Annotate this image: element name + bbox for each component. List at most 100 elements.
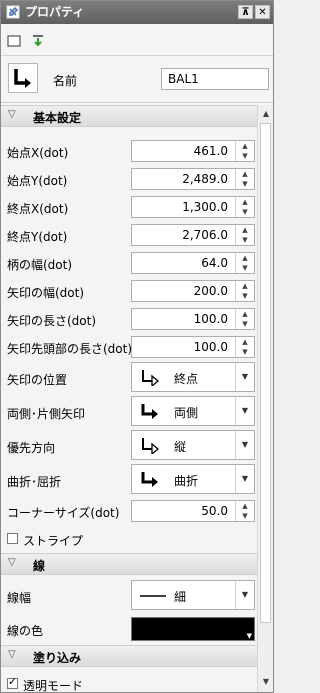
close-button[interactable]: ✕ — [255, 5, 270, 19]
row-end-y: 終点Y(dot) 2,706.0 ▲ ▼ — [1, 221, 257, 249]
chevron-down-icon[interactable]: ▼ — [236, 319, 254, 329]
chevron-down-icon[interactable]: ▼ — [235, 397, 254, 425]
chevron-down-icon[interactable]: ▼ — [235, 465, 254, 493]
arrow-position-select[interactable]: 終点 ▼ — [131, 362, 255, 392]
spin-buttons[interactable]: ▲ ▼ — [235, 253, 254, 273]
line-width-select[interactable]: 細 ▼ — [131, 580, 255, 610]
corner-size-stepper[interactable]: 50.0 ▲ ▼ — [131, 500, 255, 522]
chevron-up-icon[interactable]: ▲ — [236, 225, 254, 235]
chevron-down-icon[interactable]: ▼ — [235, 363, 254, 391]
checkbox-label: 透明モード — [23, 679, 84, 693]
field-label: 矢印の長さ(dot) — [7, 314, 97, 328]
name-label: 名前 — [53, 74, 78, 88]
spin-buttons[interactable]: ▲ ▼ — [235, 501, 254, 521]
section-line[interactable]: ▽ 線 — [1, 553, 257, 575]
bend-select[interactable]: 曲折 ▼ — [131, 464, 255, 494]
arrow-length-stepper[interactable]: 100.0 ▲ ▼ — [131, 308, 255, 330]
name-bar: 名前 BAL1 — [1, 56, 273, 103]
field-value: 2,706.0 — [182, 228, 228, 242]
row-line-color: 線の色 ▼ — [1, 615, 257, 643]
scroll-up-icon[interactable]: ▲ — [260, 107, 272, 121]
spin-buttons[interactable]: ▲ ▼ — [235, 309, 254, 329]
chevron-up-icon[interactable]: ▲ — [236, 309, 254, 319]
spin-buttons[interactable]: ▲ ▼ — [235, 141, 254, 161]
toolbar — [1, 25, 273, 56]
scroll-down-icon[interactable]: ▼ — [260, 675, 272, 689]
field-label: 両側･片側矢印 — [7, 407, 86, 421]
field-value: 100.0 — [193, 340, 228, 354]
field-label: 線の色 — [7, 624, 44, 638]
field-value: 2,489.0 — [182, 172, 228, 186]
field-label: 優先方向 — [7, 441, 56, 455]
vertical-arrow-icon — [142, 438, 160, 454]
properties-icon — [6, 5, 20, 19]
chevron-down-icon[interactable]: ▼ — [236, 511, 254, 521]
row-stripe: ストライプ — [1, 525, 257, 553]
spin-buttons[interactable]: ▲ ▼ — [235, 225, 254, 245]
priority-direction-select[interactable]: 縦 ▼ — [131, 430, 255, 460]
arrow-head-length-stepper[interactable]: 100.0 ▲ ▼ — [131, 336, 255, 358]
end-y-stepper[interactable]: 2,706.0 ▲ ▼ — [131, 224, 255, 246]
collapse-icon[interactable]: ▽ — [8, 109, 16, 120]
row-start-x: 始点X(dot) 461.0 ▲ ▼ — [1, 137, 257, 165]
section-basic-settings[interactable]: ▽ 基本設定 — [1, 105, 257, 127]
line-color-picker[interactable]: ▼ — [131, 617, 255, 641]
pin-button[interactable]: ⊼ — [238, 5, 253, 19]
chevron-up-icon[interactable]: ▲ — [236, 197, 254, 207]
chevron-up-icon[interactable]: ▲ — [236, 501, 254, 511]
chevron-down-icon[interactable]: ▼ — [236, 151, 254, 161]
collapse-icon[interactable]: ▽ — [8, 649, 16, 660]
section-fill[interactable]: ▽ 塗り込み — [1, 645, 257, 667]
chevron-up-icon[interactable]: ▲ — [236, 253, 254, 263]
chevron-down-icon[interactable]: ▼ — [236, 235, 254, 245]
window-title: プロパティ — [25, 5, 85, 19]
chevron-down-icon[interactable]: ▼ — [235, 431, 254, 459]
vertical-scrollbar[interactable]: ▲ ▼ — [257, 105, 273, 692]
spin-buttons[interactable]: ▲ ▼ — [235, 169, 254, 189]
download-icon[interactable] — [31, 34, 45, 48]
chevron-up-icon[interactable]: ▲ — [236, 169, 254, 179]
transparent-mode-checkbox[interactable] — [7, 675, 18, 689]
chevron-down-icon[interactable]: ▼ — [236, 263, 254, 273]
row-arrow-sides: 両側･片側矢印 両側 ▼ — [1, 395, 257, 429]
end-x-stepper[interactable]: 1,300.0 ▲ ▼ — [131, 196, 255, 218]
select-value: 両側 — [174, 406, 199, 420]
field-label: コーナーサイズ(dot) — [7, 506, 120, 520]
arrow-width-stepper[interactable]: 200.0 ▲ ▼ — [131, 280, 255, 302]
chevron-down-icon[interactable]: ▼ — [236, 179, 254, 189]
bent-arrow-icon — [141, 404, 158, 419]
shape-button[interactable] — [8, 63, 38, 93]
row-arrow-head-length: 矢印先頭部の長さ(dot) 100.0 ▲ ▼ — [1, 333, 257, 361]
scroll-thumb[interactable] — [260, 123, 271, 623]
chevron-up-icon[interactable]: ▲ — [236, 281, 254, 291]
row-line-width: 線幅 細 ▼ — [1, 579, 257, 613]
chevron-down-icon[interactable]: ▼ — [236, 207, 254, 217]
chevron-down-icon[interactable]: ▼ — [236, 291, 254, 301]
chevron-down-icon[interactable]: ▼ — [247, 632, 252, 640]
field-label: 柄の幅(dot) — [7, 258, 73, 272]
chevron-up-icon[interactable]: ▲ — [236, 141, 254, 151]
select-value: 終点 — [174, 372, 199, 386]
row-arrow-position: 矢印の位置 終点 ▼ — [1, 361, 257, 395]
section-title: 線 — [33, 559, 46, 573]
collapse-icon[interactable]: ▽ — [8, 557, 16, 568]
handle-width-stepper[interactable]: 64.0 ▲ ▼ — [131, 252, 255, 274]
start-y-stepper[interactable]: 2,489.0 ▲ ▼ — [131, 168, 255, 190]
row-end-x: 終点X(dot) 1,300.0 ▲ ▼ — [1, 193, 257, 221]
spin-buttons[interactable]: ▲ ▼ — [235, 197, 254, 217]
field-label: 線幅 — [7, 591, 32, 605]
stripe-checkbox[interactable] — [7, 533, 18, 544]
chevron-up-icon[interactable]: ▲ — [236, 337, 254, 347]
spin-buttons[interactable]: ▲ ▼ — [235, 281, 254, 301]
name-input[interactable]: BAL1 — [161, 68, 269, 90]
select-value: 細 — [174, 590, 187, 604]
field-value: 50.0 — [201, 504, 228, 518]
start-x-stepper[interactable]: 461.0 ▲ ▼ — [131, 140, 255, 162]
chevron-down-icon[interactable]: ▼ — [236, 347, 254, 357]
rectangle-icon[interactable] — [7, 34, 21, 48]
bent-arrow-icon — [141, 472, 158, 487]
chevron-down-icon[interactable]: ▼ — [235, 581, 254, 609]
arrow-sides-select[interactable]: 両側 ▼ — [131, 396, 255, 426]
field-label: 始点Y(dot) — [7, 174, 68, 188]
spin-buttons[interactable]: ▲ ▼ — [235, 337, 254, 357]
